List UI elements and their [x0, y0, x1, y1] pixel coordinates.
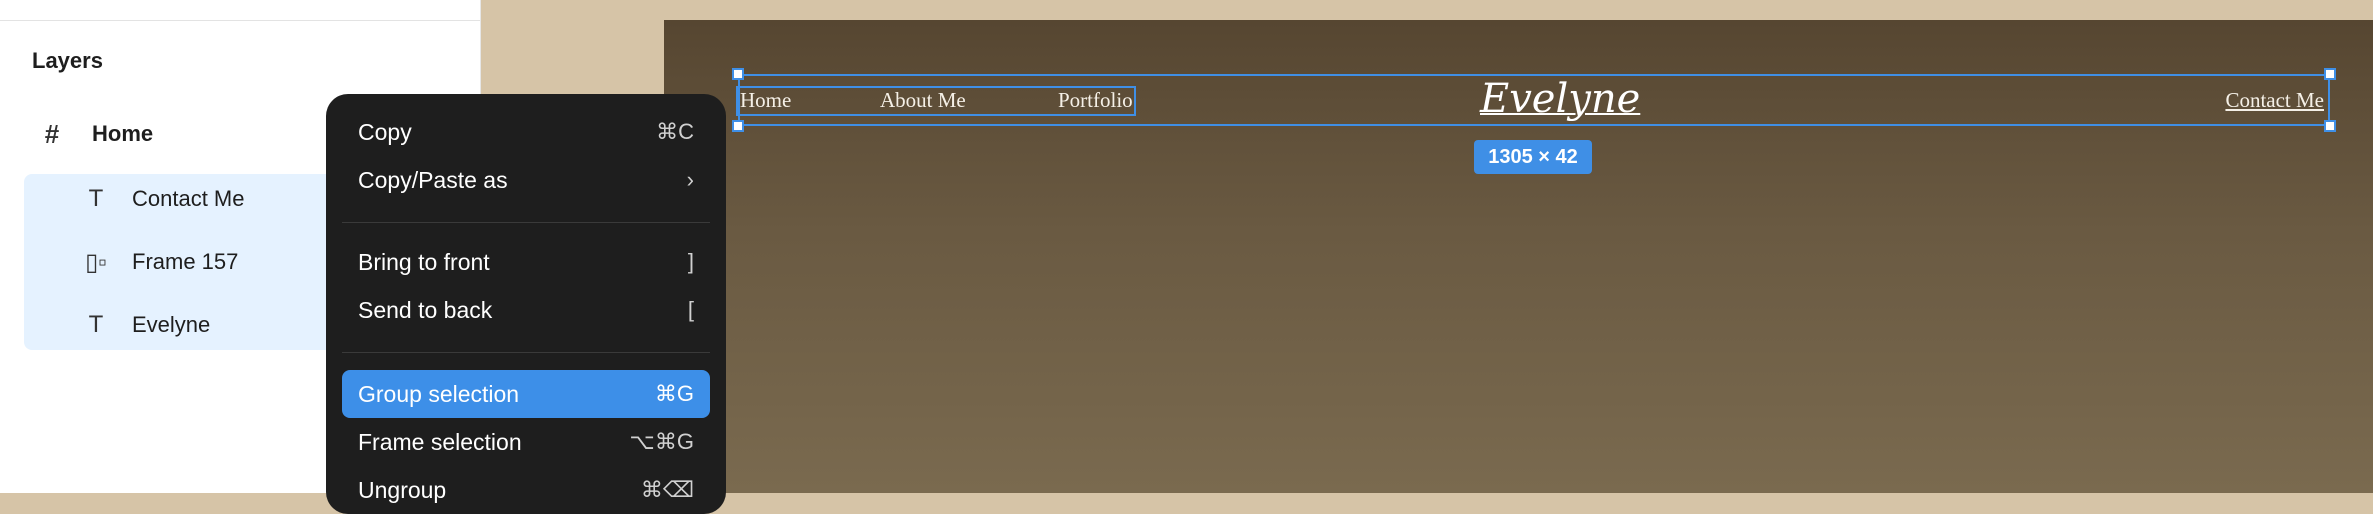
layer-home-label: Home	[92, 121, 154, 146]
layer-frame-157-label: Frame 157	[132, 249, 239, 274]
menu-bring-to-front[interactable]: Bring to front ]	[342, 238, 710, 286]
layer-evelyne-label: Evelyne	[132, 312, 211, 337]
menu-frame-selection[interactable]: Frame selection ⌥⌘G	[342, 418, 710, 466]
context-menu: Copy ⌘C Copy/Paste as › Bring to front ]…	[326, 94, 726, 514]
chevron-right-icon: ›	[686, 167, 694, 192]
resize-handle-top-right[interactable]	[2324, 68, 2336, 80]
frame-icon: #	[44, 118, 60, 149]
menu-separator	[342, 352, 710, 353]
frame-157-outline	[736, 86, 1136, 116]
selection-size-badge: 1305 × 42	[1474, 140, 1592, 174]
menu-send-to-back[interactable]: Send to back [	[342, 286, 710, 334]
text-icon: T	[88, 185, 104, 212]
panel-top-strip	[0, 0, 480, 21]
resize-handle-bottom-left[interactable]	[732, 120, 744, 132]
text-icon: T	[88, 311, 104, 338]
menu-separator	[342, 222, 710, 223]
menu-ungroup[interactable]: Ungroup ⌘⌫	[342, 466, 710, 514]
resize-handle-bottom-right[interactable]	[2324, 120, 2336, 132]
menu-copy[interactable]: Copy ⌘C	[342, 108, 710, 156]
resize-handle-top-left[interactable]	[732, 68, 744, 80]
layer-contact-me-label: Contact Me	[132, 186, 245, 211]
menu-copy-paste-as[interactable]: Copy/Paste as ›	[342, 156, 710, 204]
menu-group-selection[interactable]: Group selection ⌘G	[342, 370, 710, 418]
autolayout-frame-icon: ▯▫	[85, 248, 107, 276]
layers-panel-title: Layers	[32, 48, 103, 73]
